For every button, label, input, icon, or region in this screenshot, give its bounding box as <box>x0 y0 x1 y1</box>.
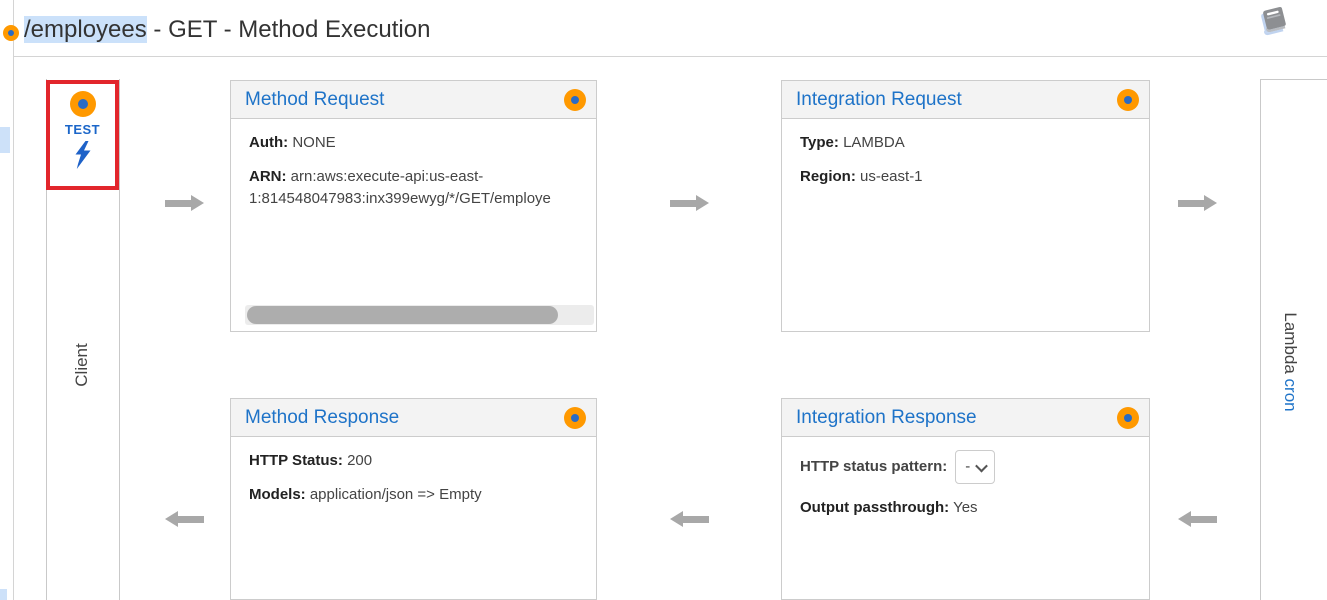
response-arrow-lambda-to-integration-icon <box>1178 511 1217 528</box>
client-lane-label: Client <box>72 343 92 386</box>
horizontal-scrollbar-thumb[interactable] <box>247 306 558 324</box>
region-label: Region: <box>800 168 856 185</box>
lambda-lane-label: Lambda cron <box>1280 312 1300 411</box>
integration-request-status-bullet-icon <box>1117 89 1139 111</box>
response-arrow-integration-to-method-icon <box>670 511 709 528</box>
output-passthrough-value: Yes <box>953 499 977 516</box>
request-arrow-integration-to-lambda-icon <box>1178 195 1217 212</box>
test-status-bullet-icon <box>70 91 96 117</box>
method-response-status-bullet-icon <box>564 407 586 429</box>
test-button[interactable]: TEST <box>46 80 119 190</box>
method-request-status-bullet-icon <box>564 89 586 111</box>
lightning-bolt-icon <box>73 140 93 170</box>
integration-response-body: HTTP status pattern: - Output passthroug… <box>782 437 1149 544</box>
response-arrow-method-to-client-icon <box>165 511 204 528</box>
integration-request-box: Integration Request Type: LAMBDA Region:… <box>781 80 1150 332</box>
method-response-header: Method Response <box>231 399 596 437</box>
http-status-pattern-field: HTTP status pattern: - <box>800 450 1131 484</box>
integration-request-body: Type: LAMBDA Region: us-east-1 <box>782 119 1149 213</box>
integration-response-title-link[interactable]: Integration Response <box>796 407 977 429</box>
auth-field: Auth: NONE <box>249 132 578 154</box>
integration-response-box: Integration Response HTTP status pattern… <box>781 398 1150 600</box>
page-title-resource: /employees <box>24 16 147 43</box>
method-response-body: HTTP Status: 200 Models: application/jso… <box>231 437 596 531</box>
integration-request-title-link[interactable]: Integration Request <box>796 89 962 111</box>
method-request-body: Auth: NONE ARN: arn:aws:execute-api:us-e… <box>231 119 596 234</box>
selection-artifact <box>0 589 7 600</box>
type-value: LAMBDA <box>843 134 905 151</box>
title-divider <box>13 56 1327 57</box>
auth-value: NONE <box>292 134 335 151</box>
models-field: Models: application/json => Empty <box>249 484 578 506</box>
arn-label: ARN: <box>249 168 287 185</box>
models-label: Models: <box>249 486 306 503</box>
method-request-box: Method Request Auth: NONE ARN: arn:aws:e… <box>230 80 597 332</box>
page-title: /employees - GET - Method Execution <box>24 16 430 44</box>
page-title-rest: - GET - Method Execution <box>147 16 431 43</box>
horizontal-scrollbar-track <box>245 305 594 325</box>
method-request-title-link[interactable]: Method Request <box>245 89 384 111</box>
http-status-label: HTTP Status: <box>249 452 343 469</box>
output-passthrough-field: Output passthrough: Yes <box>800 497 1131 519</box>
type-field: Type: LAMBDA <box>800 132 1131 154</box>
method-request-header: Method Request <box>231 81 596 119</box>
integration-response-status-bullet-icon <box>1117 407 1139 429</box>
request-arrow-method-to-integration-icon <box>670 195 709 212</box>
http-status-value: 200 <box>347 452 372 469</box>
lambda-label-text: Lambda <box>1281 312 1300 373</box>
region-field: Region: us-east-1 <box>800 166 1131 188</box>
arn-value-line2: 1:814548047983:inx399ewyg/*/GET/employe <box>249 188 578 210</box>
arn-field: ARN: arn:aws:execute-api:us-east- 1:81454… <box>249 166 578 210</box>
selection-artifact <box>0 127 10 153</box>
resource-status-bullet-icon <box>3 25 19 41</box>
http-status-field: HTTP Status: 200 <box>249 450 578 472</box>
models-value: application/json => Empty <box>310 486 482 503</box>
auth-label: Auth: <box>249 134 288 151</box>
chevron-down-icon <box>975 459 988 472</box>
method-response-title-link[interactable]: Method Response <box>245 407 399 429</box>
method-execution-page: /employees - GET - Method Execution Clie… <box>0 0 1327 600</box>
integration-response-header: Integration Response <box>782 399 1149 437</box>
request-arrow-client-to-method-icon <box>165 195 204 212</box>
type-label: Type: <box>800 134 839 151</box>
lambda-function-link[interactable]: cron <box>1281 379 1300 412</box>
region-value: us-east-1 <box>860 168 923 185</box>
test-button-label: TEST <box>65 122 100 137</box>
http-status-pattern-select[interactable]: - <box>955 450 995 484</box>
arn-value-line1: arn:aws:execute-api:us-east- <box>291 168 484 185</box>
documentation-book-icon[interactable] <box>1256 5 1290 35</box>
output-passthrough-label: Output passthrough: <box>800 499 949 516</box>
http-status-pattern-label: HTTP status pattern: <box>800 456 947 478</box>
method-response-box: Method Response HTTP Status: 200 Models:… <box>230 398 597 600</box>
page-left-border <box>13 0 14 600</box>
http-status-pattern-selected-value: - <box>965 456 970 478</box>
integration-request-header: Integration Request <box>782 81 1149 119</box>
